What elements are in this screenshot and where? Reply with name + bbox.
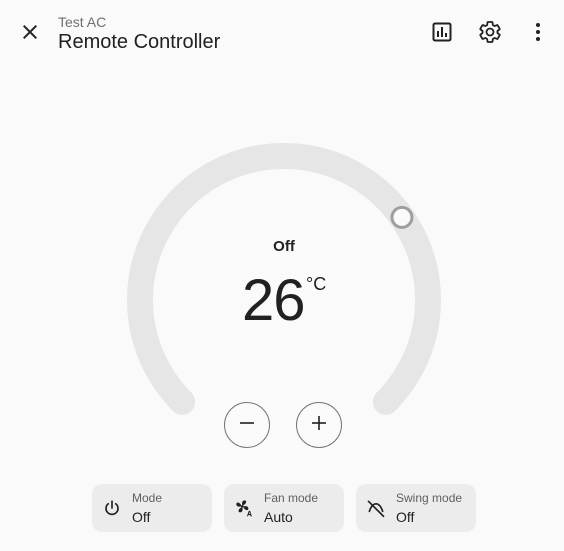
dialog-header: Test AC Remote Controller (0, 0, 564, 68)
fan-mode-value: Auto (264, 509, 293, 525)
history-button[interactable] (422, 14, 462, 54)
dialog-titles: Test AC Remote Controller (58, 14, 220, 54)
temperature-unit: °C (306, 274, 327, 294)
increase-temperature-button[interactable] (296, 402, 342, 448)
page-title: Remote Controller (58, 31, 221, 53)
fan-mode-button[interactable]: Fan mode Auto (224, 484, 344, 532)
device-name: Test AC (58, 14, 107, 30)
plus-icon (309, 413, 329, 438)
dial-handle[interactable] (390, 205, 414, 229)
fan-auto-icon (234, 498, 254, 518)
history-chart-icon (430, 20, 454, 49)
mode-value: Off (132, 509, 151, 525)
mode-label: Mode (132, 491, 163, 505)
minus-icon (237, 413, 257, 438)
swing-mode-value: Off (396, 509, 415, 525)
close-icon (18, 20, 42, 49)
decrease-temperature-button[interactable] (224, 402, 270, 448)
target-temperature: 26 (242, 268, 306, 333)
more-vertical-icon (526, 20, 550, 49)
swing-mode-label: Swing mode (396, 491, 463, 505)
mode-button[interactable]: Mode Off (92, 484, 212, 532)
fan-mode-label: Fan mode (264, 491, 319, 505)
temperature-dial: Off 26 °C (124, 140, 444, 430)
settings-button[interactable] (470, 14, 510, 54)
more-options-button[interactable] (518, 14, 558, 54)
more-info-dialog: Test AC Remote Controller Off 26 °C Mode… (0, 0, 564, 551)
gear-icon (478, 20, 502, 49)
close-button[interactable] (10, 14, 50, 54)
power-icon (102, 498, 122, 518)
hvac-state: Off (273, 238, 295, 255)
swing-off-icon (366, 498, 386, 518)
swing-mode-button[interactable]: Swing mode Off (356, 484, 476, 532)
